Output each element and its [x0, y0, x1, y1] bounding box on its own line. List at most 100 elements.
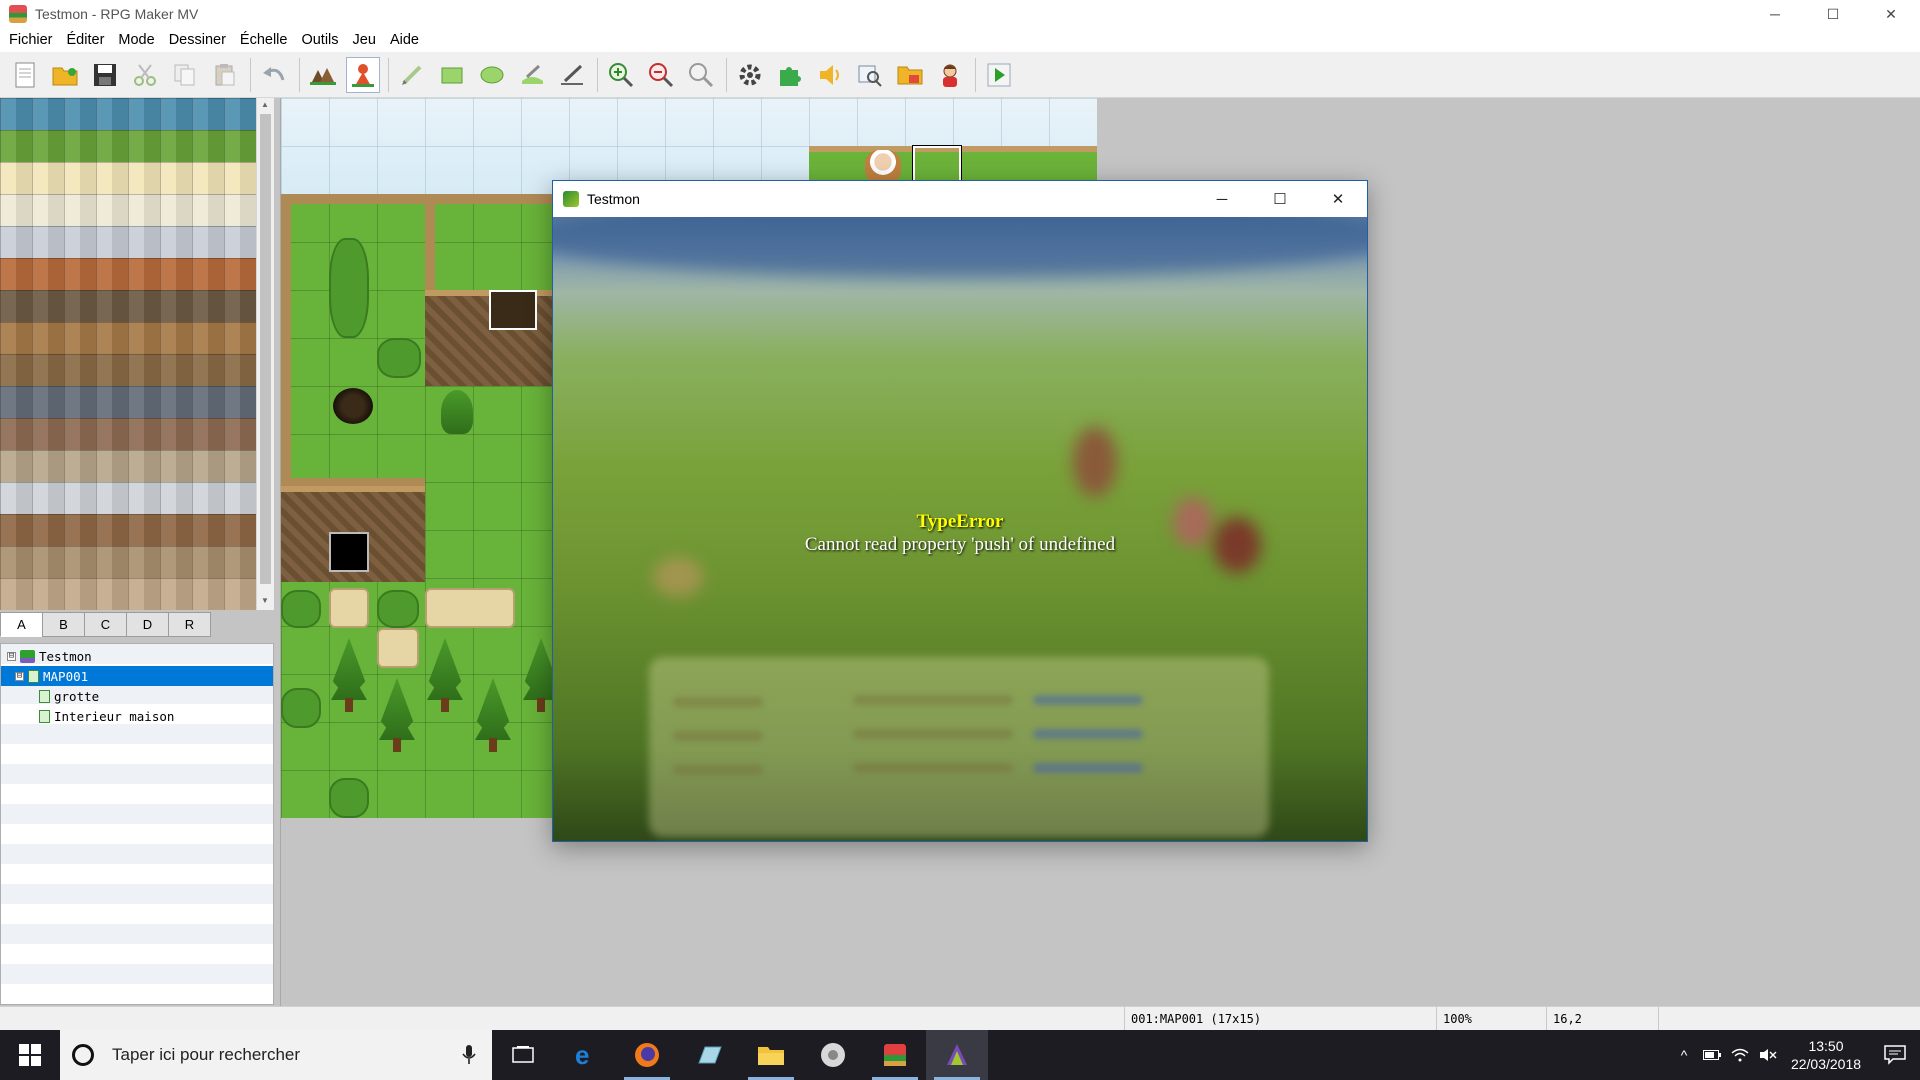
copy-button[interactable] — [168, 57, 202, 93]
fill-icon — [522, 64, 543, 84]
collapse-icon[interactable]: ⊟ — [15, 671, 24, 681]
map-mode-button[interactable] — [306, 57, 340, 93]
character-generator-button[interactable] — [933, 57, 967, 93]
game-minimize-button[interactable]: ─ — [1193, 181, 1251, 217]
toolbar-separator — [250, 57, 251, 92]
small-tree — [441, 390, 473, 434]
tree-item-interieur-maison[interactable]: Interieur maison — [1, 706, 273, 726]
volume-muted-icon[interactable] — [1754, 1030, 1782, 1080]
database-button[interactable] — [733, 57, 767, 93]
tileset-tab-b[interactable]: B — [42, 612, 85, 637]
start-button[interactable] — [0, 1030, 60, 1080]
menu-fichier[interactable]: Fichier — [2, 28, 60, 52]
action-center-button[interactable] — [1870, 1030, 1920, 1080]
tileset-palette[interactable] — [0, 98, 256, 610]
blurred-row — [1033, 729, 1143, 739]
tree-item-project[interactable]: ⊟ Testmon — [1, 646, 273, 666]
taskbar-clock[interactable]: 13:50 22/03/2018 — [1782, 1037, 1870, 1073]
actual-size-icon — [689, 62, 714, 87]
paste-button[interactable] — [208, 57, 242, 93]
taskbar-file-explorer[interactable] — [740, 1030, 802, 1080]
menu-outils[interactable]: Outils — [294, 28, 345, 52]
window-controls: ─ ☐ ✕ — [1746, 0, 1920, 28]
cliff-door-tile[interactable] — [489, 290, 537, 330]
taskbar-edge[interactable]: e — [554, 1030, 616, 1080]
scroll-down-icon[interactable]: ▼ — [261, 596, 269, 605]
taskbar-firefox[interactable] — [616, 1030, 678, 1080]
ellipse-tool-button[interactable] — [475, 57, 509, 93]
tileset-scrollbar[interactable]: ▲ ▼ — [256, 98, 274, 610]
status-empty — [1658, 1007, 1920, 1031]
event-mode-button[interactable] — [346, 56, 380, 93]
scrollbar-thumb[interactable] — [260, 114, 271, 584]
sound-test-button[interactable] — [813, 57, 847, 93]
taskbar-testmon-game[interactable] — [926, 1030, 988, 1080]
wifi-icon[interactable] — [1726, 1030, 1754, 1080]
rectangle-icon — [441, 67, 463, 83]
cut-button[interactable] — [128, 57, 162, 93]
zoom-in-icon — [609, 62, 634, 87]
shadow-pen-button[interactable] — [555, 57, 589, 93]
fill-tool-button[interactable] — [515, 57, 549, 93]
menu-aide[interactable]: Aide — [383, 28, 426, 52]
microphone-icon[interactable] — [462, 1045, 476, 1065]
taskbar-generic-app[interactable] — [678, 1030, 740, 1080]
battery-icon[interactable] — [1698, 1030, 1726, 1080]
zoom-in-button[interactable] — [604, 57, 638, 93]
minimize-button[interactable]: ─ — [1746, 0, 1804, 28]
close-button[interactable]: ✕ — [1862, 0, 1920, 28]
status-zoom: 100% — [1436, 1007, 1546, 1031]
taskbar-search[interactable]: Taper ici pour rechercher — [60, 1030, 492, 1080]
playtest-button[interactable] — [982, 57, 1016, 93]
tileset-tab-d[interactable]: D — [126, 612, 169, 637]
taskbar: Taper ici pour rechercher e ^ 13:50 22/0… — [0, 1030, 1920, 1080]
tileset-tab-c[interactable]: C — [84, 612, 127, 637]
open-project-button[interactable] — [48, 57, 82, 93]
menu-jeu[interactable]: Jeu — [346, 28, 383, 52]
media-app-icon — [821, 1043, 845, 1067]
tileset-tab-r[interactable]: R — [168, 612, 211, 637]
save-project-button[interactable] — [88, 57, 122, 93]
game-maximize-button[interactable]: ☐ — [1251, 181, 1309, 217]
tree-item-map001[interactable]: ⊟ MAP001 — [1, 666, 273, 686]
tileset-tab-a[interactable]: A — [0, 612, 43, 637]
resource-manager-button[interactable] — [893, 57, 927, 93]
event-searcher-button[interactable] — [853, 57, 887, 93]
show-hidden-icons-icon[interactable]: ^ — [1670, 1030, 1698, 1080]
game-screen[interactable]: TypeError Cannot read property 'push' of… — [553, 217, 1367, 841]
rectangle-tool-button[interactable] — [435, 57, 469, 93]
save-project-icon — [94, 63, 116, 86]
maximize-button[interactable]: ☐ — [1804, 0, 1862, 28]
blurred-row — [853, 729, 1013, 739]
plugin-manager-button[interactable] — [773, 57, 807, 93]
new-project-button[interactable] — [8, 57, 42, 93]
blurred-row — [673, 731, 763, 741]
zoom-out-button[interactable] — [644, 57, 678, 93]
actual-size-button[interactable] — [684, 57, 718, 93]
tree-item-label: MAP001 — [43, 668, 89, 684]
undo-button[interactable] — [257, 57, 291, 93]
tree-item-grotte[interactable]: grotte — [1, 686, 273, 706]
menu-dessiner[interactable]: Dessiner — [162, 28, 233, 52]
collapse-icon[interactable]: ⊟ — [7, 651, 16, 661]
blurred-status-panel — [649, 657, 1269, 837]
menu-mode[interactable]: Mode — [111, 28, 161, 52]
scroll-up-icon[interactable]: ▲ — [261, 100, 269, 109]
game-close-button[interactable]: ✕ — [1309, 181, 1367, 217]
windows-logo-icon — [19, 1044, 41, 1066]
rpg-maker-app-icon — [9, 5, 27, 23]
task-view-button[interactable] — [492, 1030, 554, 1080]
tileset-tiles[interactable] — [0, 98, 256, 610]
taskbar-media-app[interactable] — [802, 1030, 864, 1080]
event-character[interactable] — [865, 150, 901, 184]
bush — [377, 590, 419, 628]
file-explorer-icon — [758, 1047, 784, 1065]
menu-echelle[interactable]: Échelle — [233, 28, 295, 52]
taskbar-rpg-maker[interactable] — [864, 1030, 926, 1080]
transfer-event-tile[interactable] — [329, 532, 369, 572]
cut-icon — [134, 63, 156, 86]
menu-editer[interactable]: Éditer — [60, 28, 112, 52]
task-view-icon — [512, 1046, 534, 1063]
pencil-tool-button[interactable] — [395, 57, 429, 93]
playtest-icon — [987, 63, 1011, 86]
